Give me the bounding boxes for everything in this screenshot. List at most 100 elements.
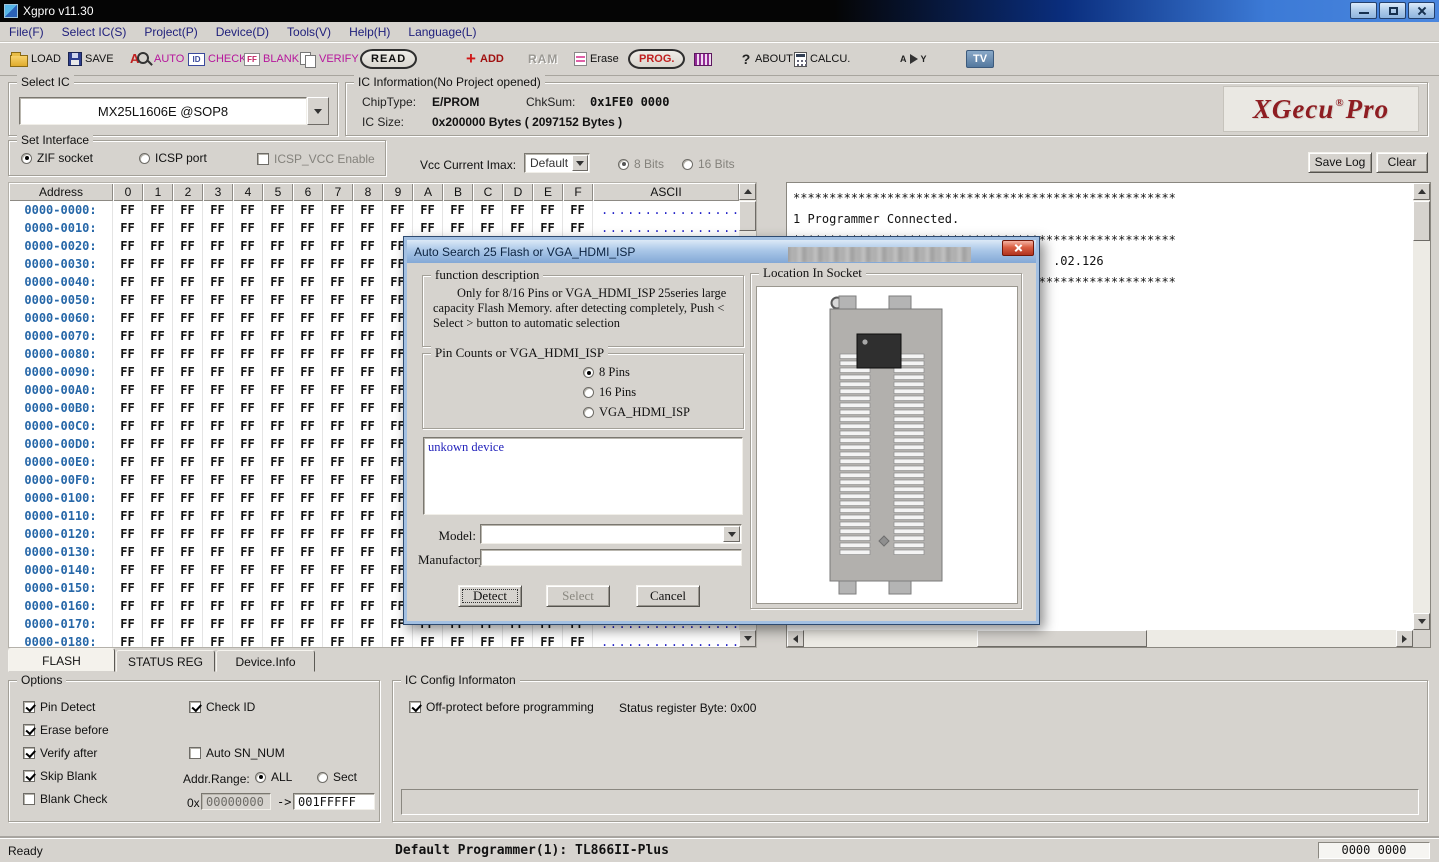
hex-byte-cell[interactable]: FF xyxy=(263,633,293,647)
hex-byte-cell[interactable]: FF xyxy=(113,543,143,561)
checkbox-check-id[interactable]: Check ID xyxy=(189,699,255,715)
checkbox-blank-check[interactable]: Blank Check xyxy=(23,791,109,807)
scroll-down-button[interactable] xyxy=(739,630,756,647)
ic-select-combobox[interactable]: MX25L1606E @SOP8 xyxy=(19,97,307,125)
hex-byte-cell[interactable]: FF xyxy=(323,543,353,561)
scrollbar-thumb[interactable] xyxy=(977,630,1147,647)
hex-byte-cell[interactable]: FF xyxy=(233,453,263,471)
hex-byte-cell[interactable]: FF xyxy=(113,489,143,507)
hex-byte-cell[interactable]: FF xyxy=(233,219,263,237)
hex-byte-cell[interactable]: FF xyxy=(353,399,383,417)
hex-byte-cell[interactable]: FF xyxy=(323,291,353,309)
scrollbar-thumb[interactable] xyxy=(1413,201,1430,241)
toolbar-ram-button[interactable]: RAM xyxy=(528,47,558,71)
hex-byte-cell[interactable]: FF xyxy=(323,201,353,219)
hex-byte-cell[interactable]: FF xyxy=(443,219,473,237)
hex-byte-cell[interactable]: FF xyxy=(293,363,323,381)
hex-byte-cell[interactable]: FF xyxy=(323,471,353,489)
hex-byte-cell[interactable]: FF xyxy=(353,471,383,489)
toolbar-blank-button[interactable]: FFBLANK xyxy=(244,47,299,71)
hex-byte-cell[interactable]: FF xyxy=(203,219,233,237)
hex-byte-cell[interactable]: FF xyxy=(263,615,293,633)
vcc-current-combobox[interactable]: Default xyxy=(524,153,590,173)
hex-byte-cell[interactable]: FF xyxy=(353,309,383,327)
hex-byte-cell[interactable]: FF xyxy=(323,273,353,291)
checkbox-erase-before[interactable]: Erase before xyxy=(23,722,109,738)
hex-byte-cell[interactable]: FF xyxy=(293,453,323,471)
hex-byte-cell[interactable]: FF xyxy=(173,435,203,453)
hex-byte-cell[interactable]: FF xyxy=(263,291,293,309)
hex-byte-cell[interactable]: FF xyxy=(413,201,443,219)
hex-byte-cell[interactable]: FF xyxy=(503,219,533,237)
hex-byte-cell[interactable]: FF xyxy=(323,309,353,327)
hex-byte-cell[interactable]: FF xyxy=(233,237,263,255)
save-log-button[interactable]: Save Log xyxy=(1308,152,1372,173)
radio-vga-hdmi-isp[interactable]: VGA_HDMI_ISP xyxy=(583,405,690,420)
hex-byte-cell[interactable]: FF xyxy=(503,201,533,219)
device-listbox[interactable]: unkown device xyxy=(423,437,743,515)
hex-byte-cell[interactable]: FF xyxy=(143,507,173,525)
hex-byte-cell[interactable]: FF xyxy=(233,327,263,345)
hex-byte-cell[interactable]: FF xyxy=(203,453,233,471)
hex-byte-cell[interactable]: FF xyxy=(113,309,143,327)
hex-byte-cell[interactable]: FF xyxy=(173,561,203,579)
hex-byte-cell[interactable]: FF xyxy=(323,219,353,237)
hex-byte-cell[interactable]: FF xyxy=(293,633,323,647)
hex-byte-cell[interactable]: FF xyxy=(353,579,383,597)
hex-byte-cell[interactable]: FF xyxy=(263,219,293,237)
hex-byte-cell[interactable]: FF xyxy=(353,561,383,579)
hex-byte-cell[interactable]: FF xyxy=(233,291,263,309)
hex-byte-cell[interactable]: FF xyxy=(353,597,383,615)
hex-byte-cell[interactable]: FF xyxy=(353,417,383,435)
toolbar-verify-button[interactable]: VERIFY xyxy=(300,47,359,71)
tab-flash[interactable]: FLASH xyxy=(8,648,115,672)
hex-byte-cell[interactable]: FF xyxy=(293,219,323,237)
hex-byte-cell[interactable]: FF xyxy=(113,291,143,309)
radio-16-pins[interactable]: 16 Pins xyxy=(583,385,690,400)
hex-byte-cell[interactable]: FF xyxy=(143,237,173,255)
menu-item-select-ic-s[interactable]: Select IC(S) xyxy=(53,23,136,41)
hex-byte-cell[interactable]: FF xyxy=(113,435,143,453)
hex-byte-cell[interactable]: FF xyxy=(203,507,233,525)
hex-byte-cell[interactable]: FF xyxy=(173,309,203,327)
hex-byte-cell[interactable]: FF xyxy=(143,615,173,633)
hex-byte-cell[interactable]: FF xyxy=(473,201,503,219)
hex-byte-cell[interactable]: FF xyxy=(203,201,233,219)
hex-byte-cell[interactable]: FF xyxy=(353,291,383,309)
hex-byte-cell[interactable]: FF xyxy=(323,561,353,579)
hex-byte-cell[interactable]: FF xyxy=(323,525,353,543)
hex-byte-cell[interactable]: FF xyxy=(353,489,383,507)
hex-byte-cell[interactable]: FF xyxy=(353,435,383,453)
hex-byte-cell[interactable]: FF xyxy=(233,633,263,647)
hex-byte-cell[interactable]: FF xyxy=(173,543,203,561)
hex-byte-cell[interactable]: FF xyxy=(353,363,383,381)
menu-item-help-h[interactable]: Help(H) xyxy=(340,23,399,41)
maximize-button[interactable] xyxy=(1379,2,1406,19)
hex-byte-cell[interactable]: FF xyxy=(293,309,323,327)
hex-byte-cell[interactable]: FF xyxy=(323,381,353,399)
hex-byte-cell[interactable]: FF xyxy=(323,363,353,381)
hex-byte-cell[interactable]: FF xyxy=(173,525,203,543)
radio-8-pins[interactable]: 8 Pins xyxy=(583,365,690,380)
hex-byte-cell[interactable]: FF xyxy=(323,237,353,255)
hex-byte-cell[interactable]: FF xyxy=(263,363,293,381)
toolbar-erase-button[interactable]: Erase xyxy=(574,47,619,71)
hex-byte-cell[interactable]: FF xyxy=(323,327,353,345)
hex-byte-cell[interactable]: FF xyxy=(113,363,143,381)
hex-byte-cell[interactable]: FF xyxy=(113,507,143,525)
hex-byte-cell[interactable]: FF xyxy=(143,291,173,309)
hex-byte-cell[interactable]: FF xyxy=(233,417,263,435)
hex-byte-cell[interactable]: FF xyxy=(203,417,233,435)
hex-byte-cell[interactable]: FF xyxy=(173,471,203,489)
hex-byte-cell[interactable]: FF xyxy=(113,237,143,255)
hex-byte-cell[interactable]: FF xyxy=(233,489,263,507)
hex-byte-cell[interactable]: FF xyxy=(143,201,173,219)
hex-byte-cell[interactable]: FF xyxy=(293,489,323,507)
hex-byte-cell[interactable]: FF xyxy=(323,597,353,615)
menu-item-tools-v[interactable]: Tools(V) xyxy=(278,23,340,41)
hex-byte-cell[interactable]: FF xyxy=(203,255,233,273)
toolbar-calcu-button[interactable]: CALCU. xyxy=(794,47,850,71)
hex-byte-cell[interactable]: FF xyxy=(263,255,293,273)
checkbox-verify-after[interactable]: Verify after xyxy=(23,745,109,761)
hex-byte-cell[interactable]: FF xyxy=(263,579,293,597)
